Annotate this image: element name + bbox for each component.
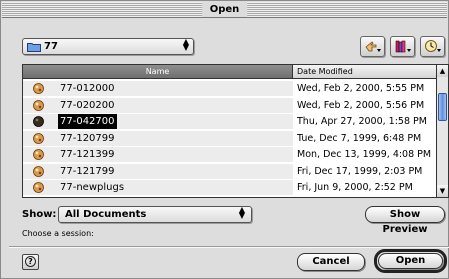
file-row[interactable]: 77-042700 Thu, Apr 27, 2000, 1:58 PM [23,114,436,129]
session-document-icon [33,182,44,193]
scroll-down-arrow[interactable]: ▼ [437,185,448,197]
folder-icon [27,43,41,52]
file-date: Mon, Dec 13, 1999, 4:08 PM [297,149,432,160]
show-label: Show: [22,209,57,220]
session-document-icon [33,149,44,160]
file-row[interactable]: 77-121399 Mon, Dec 13, 1999, 4:08 PM [23,147,436,162]
file-date: Wed, Feb 2, 2000, 5:56 PM [297,99,425,111]
show-popup[interactable]: All Documents ▲ ▼ [58,206,252,223]
help-button[interactable]: ? [22,254,39,270]
column-header-name[interactable]: Name [23,65,293,79]
file-row[interactable]: 77-newplugs Fri, Jun 9, 2000, 2:52 PM [23,180,436,195]
file-list[interactable]: Name Date Modified 77-012000 Wed, Feb 2, … [22,64,449,198]
open-button[interactable]: Open [378,253,443,269]
popup-arrows-icon: ▲ ▼ [182,37,190,52]
session-document-icon [33,99,44,111]
favorites-button[interactable] [390,36,415,57]
file-date: Thu, Apr 27, 2000, 1:58 PM [297,116,427,127]
file-name-cell: 77-newplugs [23,180,293,195]
scroll-up-arrow[interactable]: ▲ [437,65,448,77]
recent-clock-icon [425,40,441,52]
file-name: 77-020200 [60,99,115,111]
file-row[interactable]: 77-020200 Wed, Feb 2, 2000, 5:56 PM [23,97,436,113]
file-name: 77-120799 [60,132,115,144]
file-name: 77-121399 [60,149,115,160]
file-name: 77-042700 [58,114,117,129]
vertical-scrollbar[interactable]: ▲ ▼ [436,65,448,197]
file-date: Tue, Dec 7, 1999, 6:48 PM [297,132,422,144]
file-date: Fri, Jun 9, 2000, 2:52 PM [297,182,413,193]
popup-arrows-icon: ▲ ▼ [238,205,246,220]
file-name-cell: 77-121799 [23,163,293,179]
file-name-cell: 77-121399 [23,147,293,162]
folder-popup-label: 77 [44,41,58,52]
file-date: Wed, Feb 2, 2000, 5:55 PM [297,83,425,94]
shortcuts-button[interactable] [360,36,385,57]
session-document-icon [33,165,44,177]
scroll-thumb[interactable] [438,93,447,121]
divider [9,246,449,248]
file-name-cell: 77-042700 [23,114,293,129]
cancel-button[interactable]: Cancel [297,253,365,271]
file-name: 77-121799 [60,165,115,177]
file-name: 77-newplugs [60,182,125,193]
file-name: 77-012000 [60,83,115,94]
session-document-icon [33,83,44,94]
file-name-cell: 77-020200 [23,97,293,113]
show-preview-button[interactable]: Show Preview [365,206,445,235]
title-bar[interactable]: Open [2,2,447,18]
shortcuts-hand-icon [365,41,381,52]
file-name-cell: 77-120799 [23,130,293,146]
column-header-date[interactable]: Date Modified [293,65,436,79]
favorites-books-icon [395,40,411,53]
recent-button[interactable] [420,36,445,57]
show-popup-value: All Documents [65,209,147,220]
status-text: Choose a session: [22,229,94,238]
open-dialog: Open 77 ▲ ▼ Name Date Modified 77-012000… [0,0,449,279]
file-date: Fri, Dec 17, 1999, 2:03 PM [297,165,423,177]
file-name-cell: 77-012000 [23,81,293,96]
help-icon: ? [25,256,36,267]
list-header: Name Date Modified [23,65,436,79]
session-document-icon [33,132,44,144]
window-title: Open [201,2,248,17]
file-row[interactable]: 77-121799 Fri, Dec 17, 1999, 2:03 PM [23,163,436,179]
session-document-icon [33,116,44,127]
file-row[interactable]: 77-120799 Tue, Dec 7, 1999, 6:48 PM [23,130,436,146]
folder-popup[interactable]: 77 ▲ ▼ [22,38,194,55]
file-row[interactable]: 77-012000 Wed, Feb 2, 2000, 5:55 PM [23,81,436,96]
